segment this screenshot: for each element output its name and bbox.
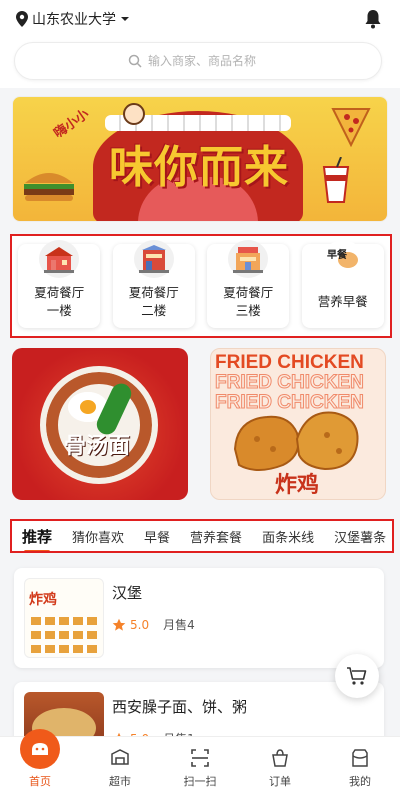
cart-button[interactable] — [335, 654, 379, 698]
promo-headline: FRIED CHICKEN — [215, 352, 364, 373]
thumbnail-graphic — [31, 645, 97, 653]
tab-nutrition-set[interactable]: 营养套餐 — [180, 527, 252, 546]
profile-icon — [352, 749, 368, 767]
category-tabs: 推荐 猜你喜欢 早餐 营养套餐 面条米线 汉堡薯条 — [10, 519, 394, 553]
nav-orders[interactable]: 订单 — [240, 737, 320, 795]
store-rating: 5.0 — [130, 617, 150, 632]
nav-label: 订单 — [269, 775, 291, 788]
breakfast-icon-text: 早餐 — [327, 248, 348, 261]
store-name: 西安臊子面、饼、粥 — [112, 698, 248, 716]
home-icon-bubble — [20, 729, 60, 769]
thumbnail-graphic — [31, 617, 97, 625]
search-icon — [128, 54, 142, 68]
drink-cup-icon — [322, 157, 350, 203]
banner-title: 味你而来 — [109, 142, 289, 193]
category-item-canteen-floor-3[interactable]: 夏荷餐厅 三楼 — [207, 240, 290, 328]
canteen-categories: 夏荷餐厅 一楼 夏荷餐厅 二楼 夏荷餐厅 三楼 早餐 营养早餐 — [10, 234, 392, 338]
tab-recommend[interactable]: 推荐 — [12, 526, 62, 551]
scan-icon — [191, 749, 209, 767]
bottom-nav: 首页 超市 扫一扫 订单 我的 — [0, 729, 400, 795]
bell-icon[interactable] — [364, 9, 382, 29]
star-icon — [112, 618, 126, 631]
category-label: 营养早餐 — [317, 294, 368, 309]
promo-headline-echo: FRIED CHICKEN — [215, 372, 365, 393]
restaurant-building-icon — [39, 240, 80, 278]
yolk-graphic — [80, 400, 96, 414]
burger-icon — [24, 173, 74, 201]
noodle-bowl-graphic — [40, 366, 158, 484]
banner-tag: 嗨小小 — [51, 106, 92, 142]
store-meta: 5.0 月售4 — [112, 616, 195, 633]
tab-breakfast[interactable]: 早餐 — [134, 527, 180, 546]
nav-scan[interactable]: 扫一扫 — [160, 737, 240, 795]
nav-label: 扫一扫 — [183, 775, 217, 788]
location-label: 山东农业大学 — [32, 12, 116, 28]
category-item-canteen-floor-1[interactable]: 夏荷餐厅 一楼 — [18, 240, 101, 328]
supermarket-icon — [111, 749, 129, 765]
nav-label: 超市 — [109, 775, 131, 788]
tab-burger-fries[interactable]: 汉堡薯条 — [324, 527, 392, 546]
category-label: 夏荷餐厅 二楼 — [128, 285, 179, 318]
promo-title: 骨汤面 — [64, 433, 131, 459]
category-label: 夏荷餐厅 三楼 — [223, 285, 274, 318]
promo-title: 炸鸡 — [275, 472, 320, 498]
nav-label: 首页 — [29, 775, 51, 788]
banner-character-graphic — [123, 103, 145, 125]
store-name: 汉堡 — [112, 584, 143, 602]
store-card[interactable]: 炸鸡 汉堡 5.0 月售4 — [14, 568, 384, 668]
promo-card-fried-chicken[interactable]: FRIED CHICKEN FRIED CHICKEN FRIED CHICKE… — [210, 348, 386, 500]
nav-profile[interactable]: 我的 — [320, 737, 400, 795]
category-label: 夏荷餐厅 一楼 — [34, 285, 85, 318]
search-area — [0, 38, 400, 88]
tab-guess-you-like[interactable]: 猜你喜欢 — [62, 527, 134, 546]
cart-icon — [347, 667, 367, 685]
category-item-breakfast[interactable]: 早餐 营养早餐 — [301, 240, 384, 328]
promo-card-bone-broth-noodles[interactable]: 骨汤面 — [12, 348, 188, 500]
home-icon — [32, 743, 48, 755]
thumbnail-text: 炸鸡 — [29, 592, 57, 608]
search-input[interactable] — [148, 54, 268, 68]
chevron-down-icon — [121, 17, 129, 21]
top-bar: 山东农业大学 — [0, 0, 400, 38]
nav-label: 我的 — [349, 775, 371, 788]
order-icon — [272, 749, 288, 767]
store-thumbnail: 炸鸡 — [24, 578, 104, 658]
app-screen: 山东农业大学 嗨小小 味你而来 — [0, 0, 400, 795]
pizza-icon — [331, 108, 371, 147]
breakfast-icon: 早餐 — [322, 240, 363, 278]
restaurant-building-icon — [133, 240, 174, 278]
tab-noodles[interactable]: 面条米线 — [252, 527, 324, 546]
promo-banner[interactable]: 嗨小小 味你而来 — [12, 96, 388, 222]
search-bar[interactable] — [14, 42, 382, 80]
location-selector[interactable]: 山东农业大学 — [16, 9, 130, 29]
nav-home[interactable]: 首页 — [0, 729, 80, 795]
category-item-canteen-floor-2[interactable]: 夏荷餐厅 二楼 — [112, 240, 195, 328]
restaurant-building-icon — [228, 240, 269, 278]
nav-supermarket[interactable]: 超市 — [80, 737, 160, 795]
store-sales: 月售4 — [163, 618, 195, 632]
thumbnail-graphic — [31, 631, 97, 639]
location-pin-icon — [16, 11, 28, 27]
